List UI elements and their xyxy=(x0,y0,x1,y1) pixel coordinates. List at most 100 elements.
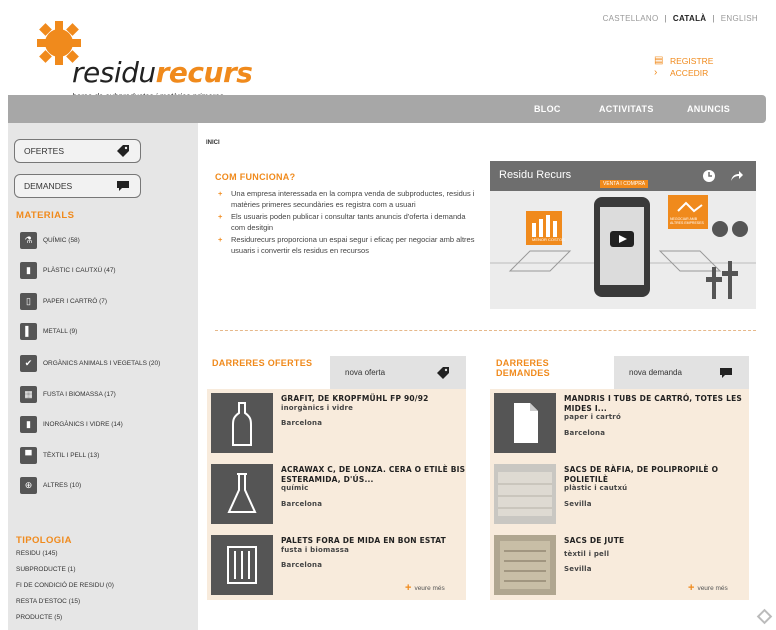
glass-icon: ▮ xyxy=(20,415,37,433)
lang-separator: | xyxy=(664,14,667,23)
lang-english[interactable]: ENGLISH xyxy=(721,14,758,23)
jute-sack-photo xyxy=(494,535,556,595)
paper-icon xyxy=(494,393,556,453)
share-icon[interactable] xyxy=(730,170,744,182)
typology-item[interactable]: RESTA D'ESTOC (15) xyxy=(16,598,80,605)
demand-location: Sevilla xyxy=(564,565,592,573)
demand-title: SACS DE JUTE xyxy=(564,536,625,545)
offers-more-link[interactable]: + veure més xyxy=(405,582,445,594)
how-it-works-title: COM FUNCIONA? xyxy=(215,172,296,182)
wood-icon: ▦ xyxy=(20,385,37,403)
material-item-fusta[interactable]: ▦ FUSTA I BIOMASSA (17) xyxy=(20,385,116,403)
material-item-inorganics[interactable]: ▮ INORGÀNICS I VIDRE (14) xyxy=(20,415,123,433)
video-badge: VENTA I COMPRA xyxy=(600,180,649,188)
nav-item-activitats[interactable]: ACTIVITATS xyxy=(599,104,654,114)
demand-title: SACS DE RÀFIA, DE POLIPROPILÈ O POLIETIL… xyxy=(564,465,719,484)
clock-icon[interactable] xyxy=(702,169,716,183)
offer-location: Barcelona xyxy=(281,561,323,569)
offer-card[interactable]: ACRAWAX C, DE LONZA. CERA O ETILÈ BIS ES… xyxy=(211,464,481,528)
register-icon: ▤ xyxy=(654,55,664,66)
typology-item[interactable]: SUBPRODUCTE (1) xyxy=(16,566,76,573)
typology-item[interactable]: FI DE CONDICIÓ DE RESIDU (0) xyxy=(16,582,114,589)
offer-category: químic xyxy=(281,484,309,492)
demand-category: tèxtil i pell xyxy=(564,549,610,558)
material-item-plastic[interactable]: ▮ PLÀSTIC I CAUTXÚ (47) xyxy=(20,261,116,279)
paper-icon: ▯ xyxy=(20,292,37,310)
offer-title: PALETS FORA DE MIDA EN BON ESTAT xyxy=(281,536,446,545)
wood-icon xyxy=(211,535,273,595)
new-demand-button[interactable]: nova demanda xyxy=(614,356,749,389)
sidebar: OFERTES DEMANDES MATERIALS ⚗ QUÍMIC (58) … xyxy=(8,123,198,630)
offers-panel: GRAFIT, DE KROPFMÜHL FP 90/92 inorgànics… xyxy=(207,389,466,600)
video-title: Residu Recurs xyxy=(499,169,572,181)
offer-category: fusta i biomassa xyxy=(281,545,350,554)
tag-icon xyxy=(117,145,129,157)
speech-bubble-icon xyxy=(117,181,129,191)
lang-separator: | xyxy=(712,14,715,23)
offers-button[interactable]: OFERTES xyxy=(14,139,141,163)
account-links: ▤ REGISTRE › ACCEDIR xyxy=(654,55,713,79)
typology-title: TIPOLOGIA xyxy=(16,535,72,546)
flask-icon xyxy=(211,464,273,524)
bottle-icon xyxy=(211,393,273,453)
how-it-works-list: Una empresa interessada en la compra ven… xyxy=(218,189,478,258)
speech-bubble-icon xyxy=(720,368,732,378)
typology-item[interactable]: RESIDU (145) xyxy=(16,550,58,557)
video-thumbnail: VENTA I COMPRA MENOR COSTOS NEGOCIAR AMB… xyxy=(490,180,756,309)
sacks-photo xyxy=(494,464,556,524)
nav-item-anuncis[interactable]: ANUNCIS xyxy=(687,104,730,114)
offer-category: inorgànics i vidre xyxy=(281,403,354,412)
language-switcher: CASTELLANO | CATALÀ | ENGLISH xyxy=(603,14,758,23)
logo-wordmark: residurecurs xyxy=(72,56,253,89)
demand-location: Barcelona xyxy=(564,428,606,437)
video-badge: MENOR COSTOS xyxy=(532,237,565,242)
login-link[interactable]: › ACCEDIR xyxy=(654,67,713,79)
demand-category: paper i cartró xyxy=(564,413,621,421)
video-player[interactable]: Residu Recurs VENTA I COMPRA MENOR COSTO… xyxy=(490,161,756,309)
offer-title: ACRAWAX C, DE LONZA. CERA O ETILÈ BIS ES… xyxy=(281,465,466,484)
material-item-altres[interactable]: ⊕ ALTRES (10) xyxy=(20,476,81,494)
demands-button[interactable]: DEMANDES xyxy=(14,174,141,198)
plus-icon: + xyxy=(688,582,695,594)
typology-item[interactable]: PRODUCTE (5) xyxy=(16,614,62,621)
main-nav: BLOC ACTIVITATS ANUNCIS xyxy=(8,95,766,123)
register-link[interactable]: ▤ REGISTRE xyxy=(654,55,713,67)
material-item-textil[interactable]: ▀ TÈXTIL I PELL (13) xyxy=(20,446,99,464)
offers-title: DARRERES OFERTES xyxy=(212,358,313,368)
material-item-quimic[interactable]: ⚗ QUÍMIC (58) xyxy=(20,231,80,249)
bottle-icon: ▮ xyxy=(20,261,37,279)
plus-icon: ⊕ xyxy=(20,476,37,494)
breadcrumb[interactable]: INICI xyxy=(206,140,220,146)
video-badge: NEGOCIAR AMB ALTRES EMPRESES xyxy=(670,217,704,225)
material-item-organics[interactable]: ✔ ORGÀNICS ANIMALS I VEGETALS (20) xyxy=(20,354,160,372)
shirt-icon: ▀ xyxy=(20,446,37,464)
demand-category: plàstic i cautxú xyxy=(564,484,628,492)
header: residurecurs borsa de subproductes i mat… xyxy=(0,0,776,101)
metal-icon: ▌ xyxy=(20,322,37,340)
scroll-top-icon[interactable] xyxy=(756,608,773,625)
demand-location: Sevilla xyxy=(564,499,592,508)
new-offer-button[interactable]: nova oferta xyxy=(330,356,466,389)
lang-catala[interactable]: CATALÀ xyxy=(673,14,707,23)
offer-title: GRAFIT, DE KROPFMÜHL FP 90/92 xyxy=(281,394,429,403)
offer-location: Barcelona xyxy=(281,419,323,427)
how-item: Els usuaris poden publicar i consultar t… xyxy=(218,212,478,233)
material-item-metall[interactable]: ▌ METALL (9) xyxy=(20,322,77,340)
site-logo[interactable]: residurecurs borsa de subproductes i mat… xyxy=(28,20,253,101)
demand-card[interactable]: MANDRIS I TUBS DE CARTRÓ, TOTES LES MIDE… xyxy=(494,393,764,457)
demands-panel: MANDRIS I TUBS DE CARTRÓ, TOTES LES MIDE… xyxy=(490,389,749,600)
nav-item-bloc[interactable]: BLOC xyxy=(534,104,561,114)
leaf-icon: ✔ xyxy=(20,354,37,372)
material-item-paper[interactable]: ▯ PAPER I CARTRÓ (7) xyxy=(20,292,107,310)
offer-location: Barcelona xyxy=(281,499,323,508)
how-item: Una empresa interessada en la compra ven… xyxy=(218,189,478,210)
how-item: Residurecurs proporciona un espai segur … xyxy=(218,235,478,256)
offer-card[interactable]: GRAFIT, DE KROPFMÜHL FP 90/92 inorgànics… xyxy=(211,393,481,457)
video-illustration xyxy=(490,191,756,309)
demand-title: MANDRIS I TUBS DE CARTRÓ, TOTES LES MIDE… xyxy=(564,394,743,413)
lang-castellano[interactable]: CASTELLANO xyxy=(603,14,659,23)
materials-title: MATERIALS xyxy=(16,210,75,221)
demands-more-link[interactable]: + veure més xyxy=(688,582,728,594)
login-arrow-icon: › xyxy=(654,67,658,78)
demand-card[interactable]: SACS DE RÀFIA, DE POLIPROPILÈ O POLIETIL… xyxy=(494,464,764,528)
